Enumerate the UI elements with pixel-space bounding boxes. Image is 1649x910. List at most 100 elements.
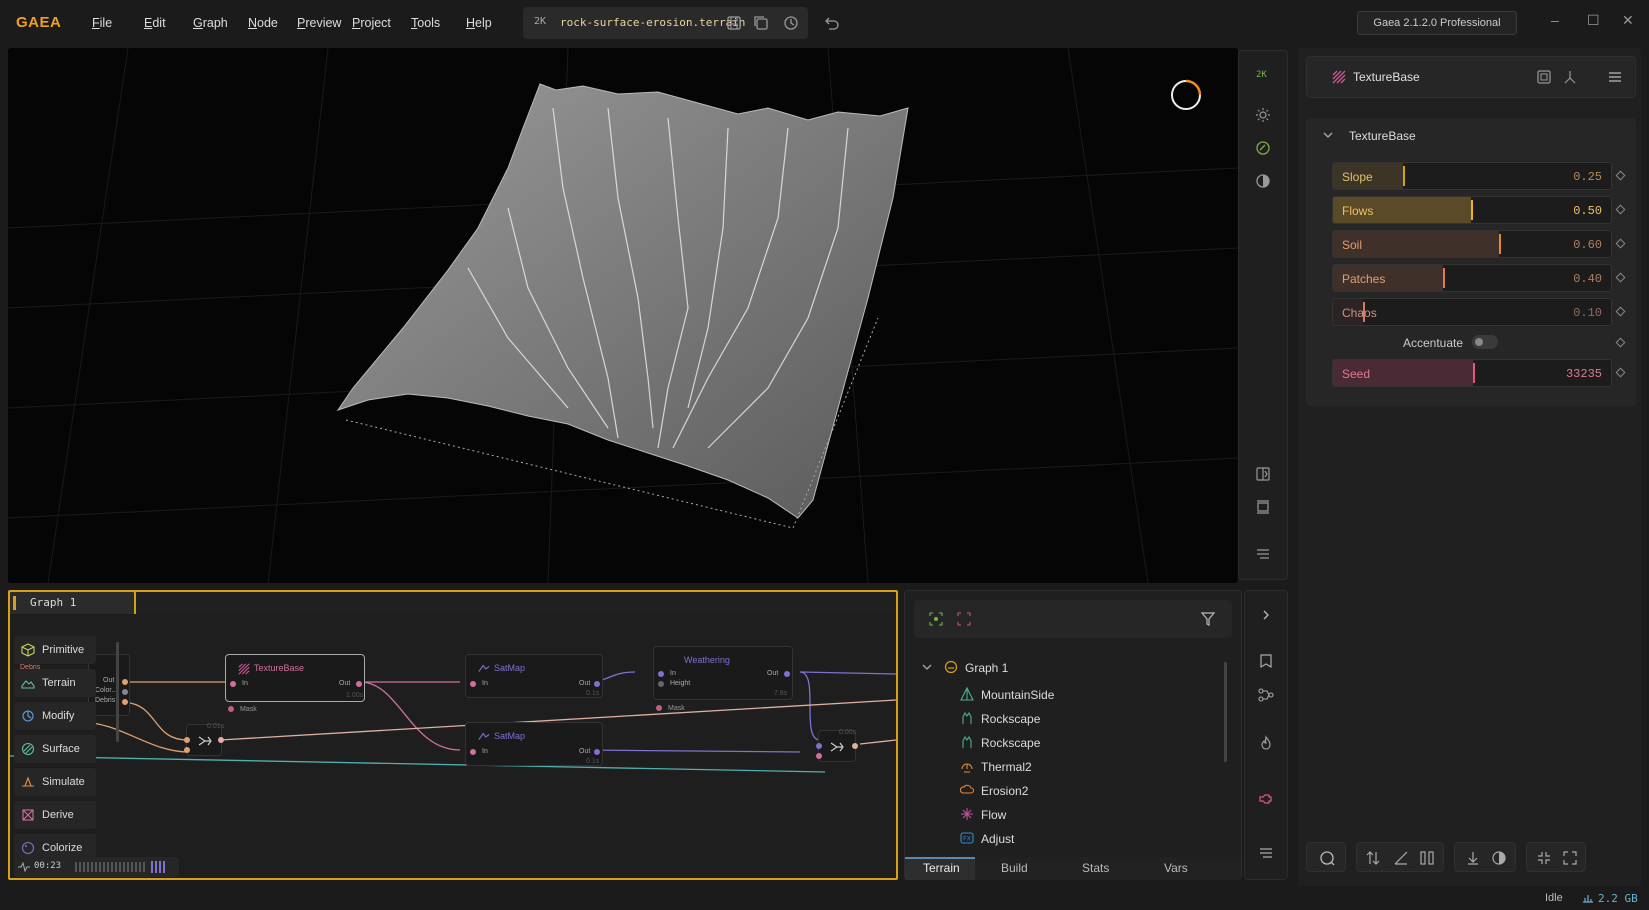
port-in-b[interactable] — [184, 747, 190, 753]
angle-icon[interactable] — [1393, 850, 1409, 866]
save-icon[interactable] — [725, 14, 743, 32]
patches-value[interactable]: 0.40 — [1573, 272, 1602, 286]
palette-terrain[interactable]: Terrain — [14, 669, 96, 697]
sun-icon[interactable] — [1255, 107, 1271, 123]
menu-help[interactable]: Help — [466, 16, 492, 30]
frame-icon[interactable] — [957, 612, 971, 626]
node-combine-2[interactable]: 0.00s — [816, 729, 858, 762]
node-satmap-2[interactable]: SatMap In Out 0.1s — [465, 722, 603, 766]
palette-derive[interactable]: Derive — [14, 801, 96, 829]
seed-handle[interactable] — [1473, 363, 1475, 383]
add-node-icon[interactable] — [1319, 850, 1335, 866]
drop-icon[interactable] — [1465, 850, 1481, 866]
port-in[interactable] — [470, 681, 476, 687]
tab-graph-1[interactable]: Graph 1 — [8, 590, 136, 614]
expand-icon[interactable] — [1562, 850, 1578, 866]
menu-preview[interactable]: Preview — [297, 16, 341, 30]
undo-icon[interactable] — [822, 14, 840, 32]
outline-root[interactable]: Graph 1 — [965, 661, 1008, 675]
sort-icon[interactable] — [1365, 850, 1381, 866]
ruler-icon[interactable] — [1255, 499, 1271, 515]
flows-slider[interactable]: Flows 0.50 — [1332, 196, 1612, 224]
outline-item-mountainside[interactable]: MountainSide — [981, 688, 1054, 702]
port-in[interactable] — [470, 749, 476, 755]
close-icon[interactable]: ✕ — [1622, 12, 1634, 29]
graph-layout-icon[interactable] — [1258, 687, 1274, 703]
resolution-badge[interactable]: 2K — [534, 16, 546, 27]
viewport-resolution[interactable]: 2K — [1256, 70, 1267, 80]
terrain-3d-preview[interactable] — [8, 48, 1238, 583]
palette-modify[interactable]: Modify — [14, 702, 96, 730]
viewport-menu-icon[interactable] — [1255, 546, 1271, 562]
slope-handle[interactable] — [1403, 166, 1405, 186]
columns-icon[interactable] — [1419, 850, 1435, 866]
preview-node-icon[interactable] — [1537, 70, 1551, 84]
terrain-viewport[interactable] — [8, 48, 1238, 583]
soil-value[interactable]: 0.60 — [1573, 238, 1602, 252]
half-circle-icon[interactable] — [1491, 850, 1507, 866]
save-copy-icon[interactable] — [752, 14, 770, 32]
contrast-icon[interactable] — [1255, 173, 1271, 189]
compare-icon[interactable] — [1255, 466, 1271, 482]
node-combine-1[interactable]: 0.01s — [184, 723, 224, 756]
fire-icon[interactable] — [1258, 735, 1274, 751]
outline-item-erosion2[interactable]: Erosion2 — [981, 784, 1028, 798]
port-in[interactable] — [658, 671, 664, 677]
port-mask[interactable] — [228, 706, 234, 712]
flows-value[interactable]: 0.50 — [1573, 204, 1602, 218]
menu-graph[interactable]: Graph — [193, 16, 228, 30]
port-out[interactable] — [218, 737, 224, 743]
port-height[interactable] — [658, 681, 664, 687]
outline-menu-icon[interactable] — [1258, 845, 1274, 861]
outline-item-flow[interactable]: Flow — [981, 808, 1006, 822]
maximize-icon[interactable]: ☐ — [1587, 12, 1600, 29]
chaos-slider[interactable]: Chaos 0.10 — [1332, 298, 1612, 326]
menu-tools[interactable]: Tools — [411, 16, 440, 30]
chaos-value[interactable]: 0.10 — [1573, 306, 1602, 320]
port-color[interactable] — [122, 689, 128, 695]
outline-item-adjust[interactable]: Adjust — [981, 832, 1014, 846]
chevron-down-icon[interactable] — [1323, 130, 1333, 140]
tab-build[interactable]: Build — [1001, 861, 1028, 875]
port-out[interactable] — [594, 749, 600, 755]
node-texturebase[interactable]: TextureBase In Out 1.00s — [225, 654, 365, 702]
slope-slider[interactable]: Slope 0.25 — [1332, 162, 1612, 190]
port-out[interactable] — [122, 679, 128, 685]
palette-surface[interactable]: Surface — [14, 735, 96, 763]
palette-primitive[interactable]: Primitive — [14, 636, 96, 664]
slope-value[interactable]: 0.25 — [1573, 170, 1602, 184]
port-in[interactable] — [230, 681, 236, 687]
patches-slider[interactable]: Patches 0.40 — [1332, 264, 1612, 292]
palette-simulate[interactable]: Simulate — [14, 768, 96, 796]
seed-slider[interactable]: Seed 33235 — [1332, 359, 1612, 387]
tab-terrain[interactable]: Terrain — [923, 861, 960, 875]
outline-item-rockscape-2[interactable]: Rockscape — [981, 736, 1040, 750]
outline-item-rockscape-1[interactable]: Rockscape — [981, 712, 1040, 726]
menu-node[interactable]: Node — [248, 16, 278, 30]
chevron-right-icon[interactable] — [1260, 609, 1272, 621]
outline-scrollbar[interactable] — [1224, 662, 1227, 762]
filter-icon[interactable] — [1200, 611, 1216, 627]
soil-handle[interactable] — [1499, 234, 1501, 254]
properties-menu-icon[interactable] — [1608, 70, 1622, 84]
palette-scrollbar[interactable] — [116, 642, 119, 742]
accentuate-toggle-knob[interactable] — [1475, 338, 1483, 346]
bookmark-icon[interactable] — [1258, 653, 1274, 669]
port-out[interactable] — [852, 743, 858, 749]
history-icon[interactable] — [782, 14, 800, 32]
port-out[interactable] — [356, 681, 362, 687]
port-debris[interactable] — [122, 699, 128, 705]
tab-stats[interactable]: Stats — [1082, 861, 1109, 875]
port-in-a[interactable] — [816, 743, 822, 749]
menu-edit[interactable]: Edit — [144, 16, 166, 30]
port-mask[interactable] — [656, 705, 662, 711]
engine-icon[interactable] — [1258, 791, 1274, 807]
menu-file[interactable]: File — [92, 16, 112, 30]
port-in-a[interactable] — [184, 737, 190, 743]
soil-slider[interactable]: Soil 0.60 — [1332, 230, 1612, 258]
seed-value[interactable]: 33235 — [1566, 367, 1602, 381]
chevron-down-icon[interactable] — [922, 662, 932, 672]
minimize-icon[interactable]: – — [1551, 12, 1559, 28]
palette-colorize[interactable]: Colorize — [14, 834, 96, 858]
pin-node-icon[interactable] — [1563, 70, 1577, 84]
